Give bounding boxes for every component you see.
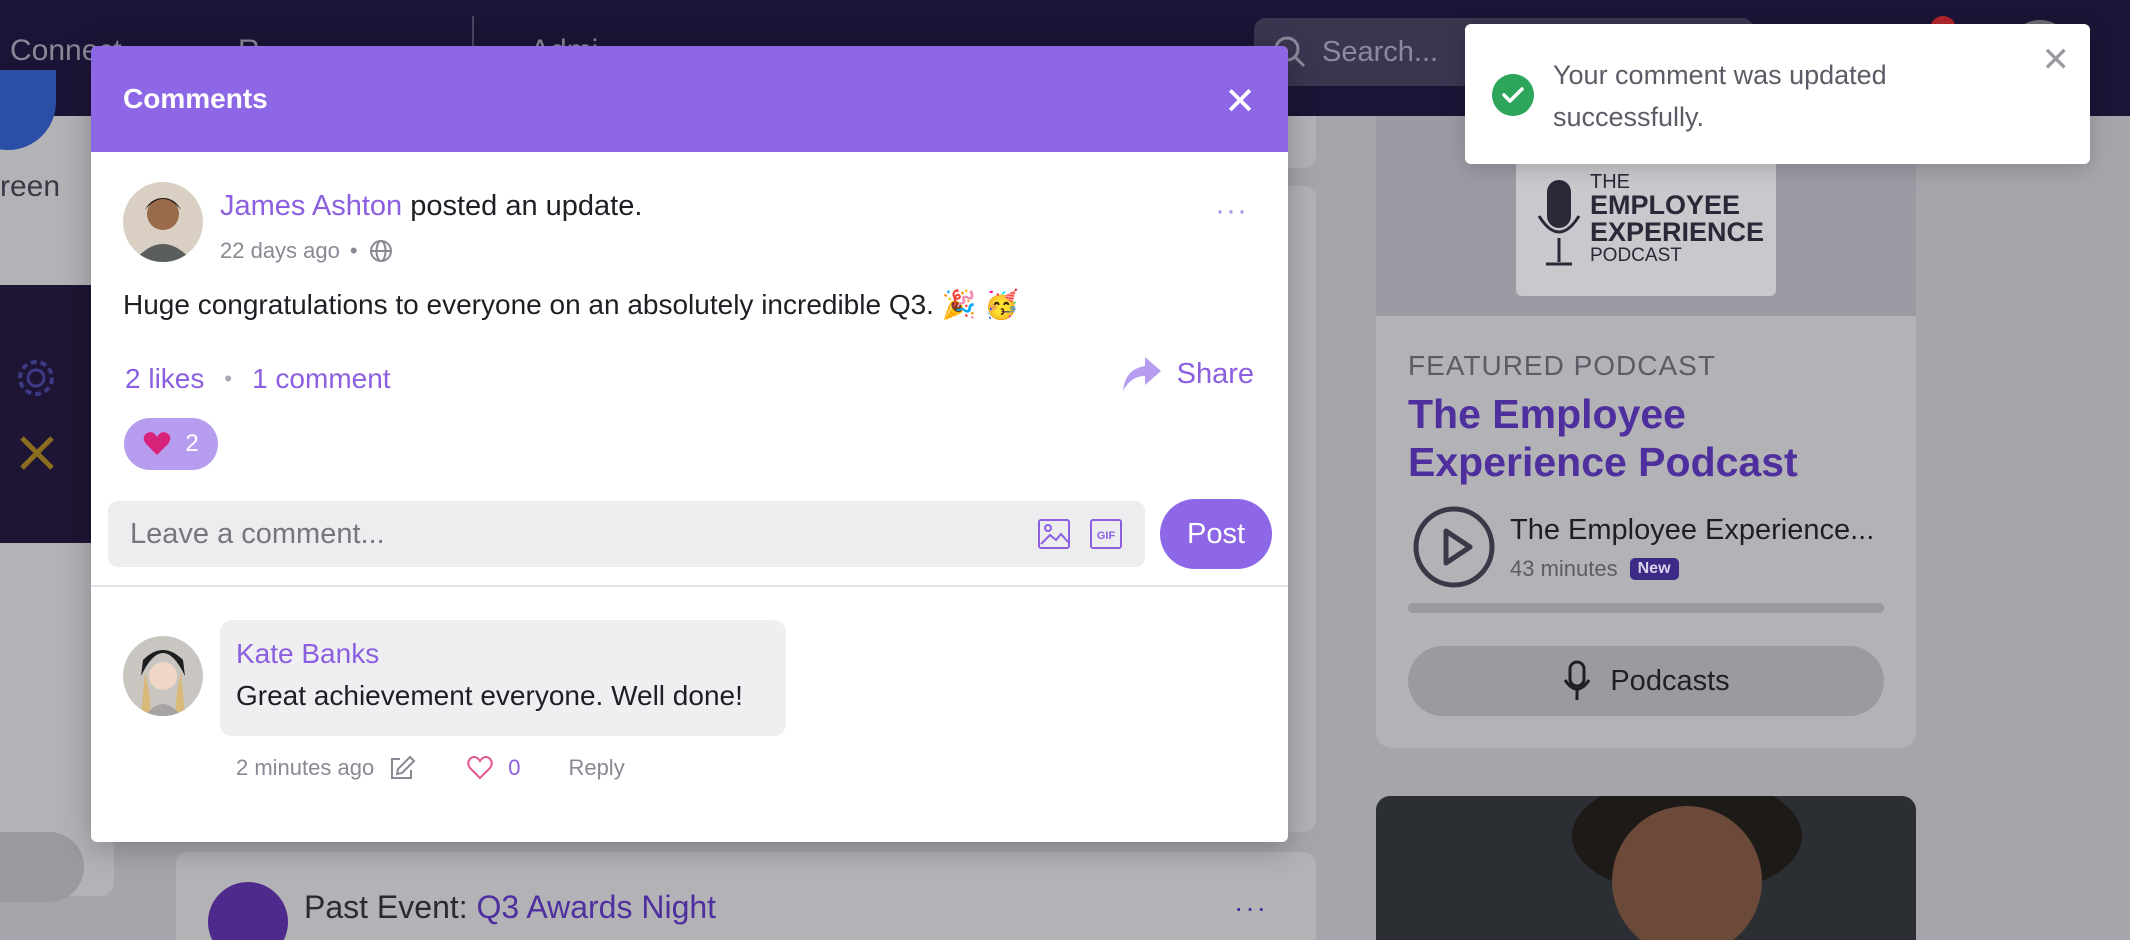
comments-count-link[interactable]: 1 comment	[252, 363, 391, 395]
event-title[interactable]: Past Event: Q3 Awards Night	[304, 889, 716, 926]
modal-header: Comments ✕	[91, 46, 1288, 152]
play-icon[interactable]	[1412, 505, 1496, 589]
more-options-icon[interactable]: ···	[1234, 892, 1268, 924]
reaction-count: 2	[185, 430, 199, 457]
close-icon[interactable]: ✕	[2042, 40, 2071, 80]
heart-reaction-pill[interactable]: 2	[124, 418, 218, 470]
podcasts-button[interactable]: Podcasts	[1408, 646, 1884, 716]
episode-duration: 43 minutes	[1510, 556, 1618, 581]
post-action: posted an update.	[402, 190, 643, 222]
podcast-logo-line2: EXPERIENCE	[1590, 217, 1765, 247]
comment-input-wrapper[interactable]: GIF	[108, 501, 1145, 567]
avatar[interactable]	[123, 636, 203, 716]
microphone-icon	[1564, 660, 1591, 700]
heart-outline-icon[interactable]	[466, 755, 494, 781]
podcast-title[interactable]: The Employee Experience Podcast	[1408, 390, 1888, 486]
episode-meta: 43 minutes New	[1510, 556, 1679, 582]
check-circle-icon	[1492, 74, 1534, 116]
podcast-logo-line3: PODCAST	[1590, 245, 1682, 266]
likes-count-link[interactable]: 2 likes	[125, 363, 204, 395]
episode-title[interactable]: The Employee Experience...	[1510, 514, 1874, 547]
post-stats: 2 likes • 1 comment	[125, 363, 391, 395]
post-timestamp[interactable]: 22 days ago	[220, 238, 340, 264]
share-label: Share	[1176, 357, 1254, 390]
comments-modal: Comments ✕ James Ashton posted an update…	[91, 46, 1288, 842]
gear-icon[interactable]	[14, 356, 58, 400]
comment-timestamp: 2 minutes ago	[236, 755, 375, 780]
comment-bubble: Kate Banks Great achievement everyone. W…	[220, 620, 786, 736]
globe-icon	[369, 240, 392, 262]
image-upload-icon[interactable]	[1037, 518, 1071, 550]
stats-separator: •	[224, 366, 233, 391]
post-comment-button[interactable]: Post	[1160, 499, 1272, 569]
comment-composer: GIF Post	[108, 499, 1272, 571]
post-author-link[interactable]: James Ashton	[220, 190, 402, 222]
podcast-logo-the: THE	[1590, 171, 1630, 193]
modal-divider	[91, 585, 1288, 587]
comment-text: Great achievement everyone. Well done!	[236, 680, 743, 711]
comment-like-count: 0	[508, 755, 521, 780]
podcasts-button-label: Podcasts	[1610, 664, 1730, 697]
left-admin-panel	[0, 285, 92, 543]
tools-icon[interactable]	[14, 430, 60, 476]
svg-text:GIF: GIF	[1097, 530, 1116, 542]
gif-icon[interactable]: GIF	[1089, 518, 1123, 550]
more-options-icon[interactable]: ···	[1215, 194, 1248, 228]
featured-photo[interactable]	[1376, 796, 1916, 940]
comment-author-link[interactable]: Kate Banks	[236, 638, 770, 670]
comment-actions: 2 minutes ago 0 Reply	[236, 754, 625, 782]
share-button[interactable]: Share	[1121, 355, 1254, 393]
left-card-text: reen	[0, 170, 61, 203]
post-meta: 22 days ago •	[220, 238, 394, 264]
meta-separator: •	[349, 238, 358, 263]
comment-input[interactable]	[130, 517, 1019, 551]
event-name[interactable]: Q3 Awards Night	[477, 889, 717, 925]
podcast-logo-line1: EMPLOYEE	[1590, 190, 1741, 220]
microphone-icon	[1537, 180, 1581, 266]
episode-progress-bar[interactable]	[1408, 603, 1884, 613]
post-heading: James Ashton posted an update.	[220, 190, 642, 223]
avatar[interactable]	[123, 182, 203, 262]
edit-icon[interactable]	[388, 754, 416, 782]
modal-title: Comments	[123, 83, 268, 114]
event-prefix: Past Event:	[304, 889, 468, 925]
new-badge: New	[1629, 558, 1679, 580]
toast-message: Your comment was updated successfully.	[1553, 60, 1887, 132]
post-body: Huge congratulations to everyone on an a…	[123, 289, 1020, 320]
heart-icon	[144, 432, 171, 455]
success-toast: Your comment was updated successfully. ✕	[1465, 24, 2090, 164]
left-pill-button[interactable]	[0, 832, 84, 902]
share-icon	[1122, 357, 1161, 391]
podcast-eyebrow: FEATURED PODCAST	[1408, 350, 1716, 381]
close-icon[interactable]: ✕	[1224, 83, 1256, 121]
reply-button[interactable]: Reply	[568, 755, 624, 781]
search-placeholder: Search...	[1322, 35, 1439, 68]
